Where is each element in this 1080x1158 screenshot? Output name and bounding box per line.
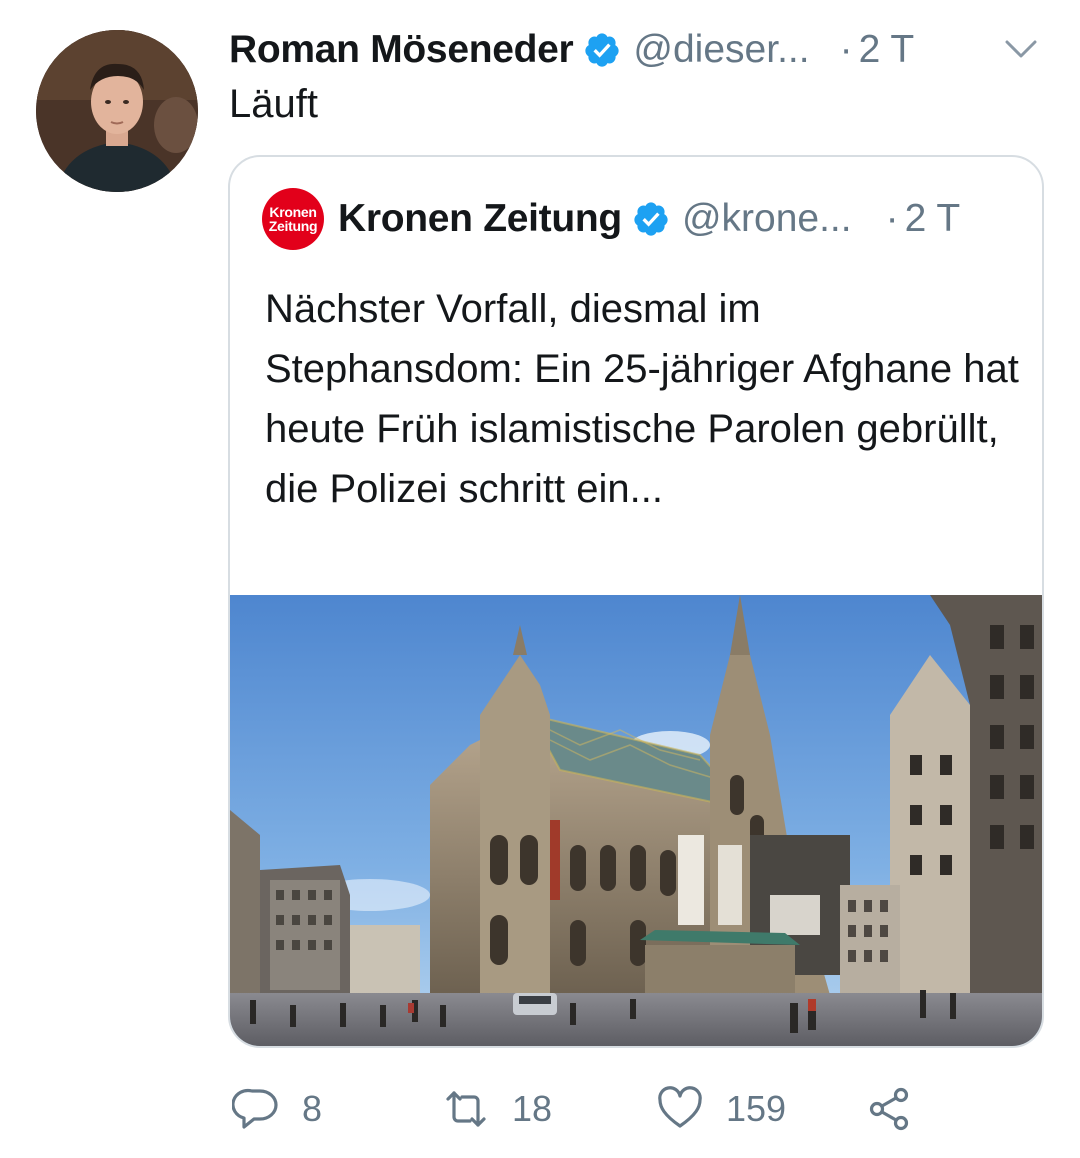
quoted-tweet-timestamp[interactable]: 2 T xyxy=(905,197,961,241)
photo-stephansdom xyxy=(230,595,1042,1046)
share-icon xyxy=(865,1085,913,1133)
quoted-tweet-header: Kronen Zeitung Kronen Zeitung @krone... … xyxy=(262,188,1032,250)
tweet-header: Roman Möseneder @dieser... · 2 T xyxy=(229,24,1049,76)
retweet-count: 18 xyxy=(512,1088,553,1129)
quoted-tweet-card[interactable]: Kronen Zeitung Kronen Zeitung @krone... … xyxy=(228,155,1044,1048)
chevron-down-icon[interactable] xyxy=(1003,34,1039,64)
heart-icon xyxy=(656,1085,704,1133)
tweet-actions: 8 18 159 xyxy=(232,1082,932,1136)
reply-count: 8 xyxy=(302,1088,323,1129)
verified-badge-icon xyxy=(583,31,621,69)
reply-icon xyxy=(232,1085,280,1133)
like-button[interactable]: 159 xyxy=(656,1082,786,1136)
logo-line-1: Kronen xyxy=(269,204,317,220)
logo-line-2: Zeitung xyxy=(268,218,318,234)
quoted-author-name[interactable]: Kronen Zeitung xyxy=(338,197,622,241)
author-handle[interactable]: @dieser... xyxy=(633,28,809,72)
quoted-tweet-text: Nächster Vorfall, diesmal im Stephansdom… xyxy=(265,287,1019,511)
share-button[interactable] xyxy=(865,1082,913,1136)
tweet-timestamp[interactable]: 2 T xyxy=(859,28,915,72)
kronen-zeitung-logo[interactable]: Kronen Zeitung xyxy=(262,188,324,250)
quoted-author-handle[interactable]: @krone... xyxy=(682,197,852,241)
retweet-button[interactable]: 18 xyxy=(442,1082,552,1136)
like-count: 159 xyxy=(726,1088,787,1129)
author-avatar[interactable] xyxy=(36,30,198,192)
separator-dot: · xyxy=(885,197,899,240)
tweet-text: Läuft xyxy=(229,82,318,126)
quoted-tweet-image[interactable] xyxy=(230,595,1042,1046)
retweet-icon xyxy=(442,1085,490,1133)
user-avatar-photo xyxy=(36,30,198,192)
separator-dot: · xyxy=(839,28,853,71)
author-name[interactable]: Roman Möseneder xyxy=(229,28,574,72)
verified-badge-icon xyxy=(632,200,670,238)
reply-button[interactable]: 8 xyxy=(232,1082,322,1136)
